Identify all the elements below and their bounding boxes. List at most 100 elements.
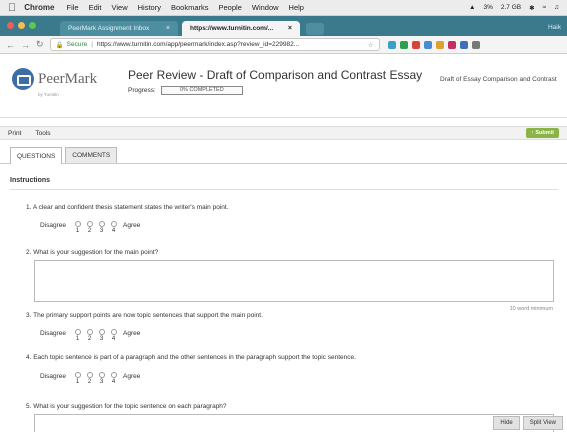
question-2: 2. What is your suggestion for the main … [26, 249, 159, 256]
radio-option-2[interactable] [86, 329, 93, 335]
radio-option-2[interactable] [86, 372, 93, 378]
tab-questions[interactable]: QUESTIONS [10, 147, 63, 164]
radio-option-1[interactable] [74, 329, 81, 335]
option-number: 1 [75, 379, 80, 385]
menu-help[interactable]: Help [289, 3, 304, 12]
extension-icon[interactable] [399, 40, 408, 49]
disagree-label: Disagree [40, 373, 67, 380]
status-icons: ▲ 3% 2.7 GB ✱ ≈ ♫ [469, 4, 559, 12]
minimize-window-button[interactable] [18, 22, 25, 29]
peermark-logo: PeerMark [12, 68, 97, 90]
logo-text: PeerMark [38, 70, 98, 87]
likert-scale-q4: Disagree 1 2 3 4 Agree [40, 372, 140, 385]
logo-subtitle: by Turnitin [38, 92, 59, 97]
alert-icon[interactable]: ▲ [469, 4, 475, 11]
radio-option-1[interactable] [74, 221, 81, 227]
question-1: 1. A clear and confident thesis statemen… [26, 204, 229, 211]
likert-scale-q1: Disagree 1 2 3 4 Agree [40, 221, 140, 234]
new-tab-button[interactable] [306, 23, 324, 35]
submit-button[interactable]: ↑ Submit [526, 128, 559, 138]
radio-option-3[interactable] [98, 372, 105, 378]
menu-file[interactable]: File [66, 3, 78, 12]
url-text: https://www.turnitin.com/app/peermark/in… [96, 41, 300, 48]
close-tab-icon[interactable]: × [166, 25, 170, 32]
radio-option-2[interactable] [86, 221, 93, 227]
tab-label: PeerMark Assignment Inbox [68, 25, 150, 32]
peermark-header: PeerMark by Turnitin Peer Review - Draft… [0, 54, 567, 118]
extension-icon[interactable] [435, 40, 444, 49]
page-title: Peer Review - Draft of Comparison and Co… [128, 68, 423, 82]
hide-button[interactable]: Hide [493, 416, 520, 430]
option-number: 4 [111, 336, 116, 342]
menu-window[interactable]: Window [252, 3, 279, 12]
app-menu[interactable]: Chrome [24, 3, 54, 12]
answer-textarea-q2[interactable] [34, 260, 554, 302]
agree-label: Agree [123, 373, 141, 380]
option-number: 1 [75, 336, 80, 342]
volume-icon[interactable]: ♫ [554, 4, 559, 11]
extension-icon[interactable] [411, 40, 420, 49]
radio-option-3[interactable] [98, 221, 105, 227]
window-controls [7, 22, 36, 29]
split-view-button[interactable]: Split View [522, 416, 563, 430]
menu-edit[interactable]: Edit [89, 3, 102, 12]
agree-label: Agree [123, 330, 141, 337]
radio-option-4[interactable] [110, 372, 117, 378]
close-tab-icon[interactable]: × [288, 25, 292, 32]
extension-icon[interactable] [423, 40, 432, 49]
option-number: 1 [75, 228, 80, 234]
radio-option-4[interactable] [110, 221, 117, 227]
question-4: 4. Each topic sentence is part of a para… [26, 354, 356, 361]
review-toolbar: Print Tools ↑ Submit [0, 126, 567, 140]
option-number: 4 [111, 228, 116, 234]
os-menubar:  Chrome File Edit View History Bookmark… [0, 0, 567, 16]
questions-panel: Instructions 1. A clear and confident th… [0, 164, 567, 432]
tools-link[interactable]: Tools [35, 130, 50, 137]
document-title: Draft of Essay Comparison and Contrast [440, 76, 557, 83]
peermark-logo-icon [12, 68, 34, 90]
forward-icon[interactable]: → [21, 40, 30, 50]
view-controls: Hide Split View [493, 416, 563, 430]
address-bar[interactable]: 🔒 Secure | https://www.turnitin.com/app/… [49, 38, 380, 51]
submit-label: Submit [535, 130, 554, 136]
print-link[interactable]: Print [8, 130, 21, 137]
answer-textarea-q5[interactable] [34, 414, 554, 432]
bookmark-star-icon[interactable]: ☆ [368, 41, 374, 49]
option-number: 3 [99, 228, 104, 234]
reload-icon[interactable]: ↻ [36, 39, 44, 50]
browser-tab-review[interactable]: https://www.turnitin.com/... × [182, 21, 300, 36]
progress-bar: 0% COMPLETED [160, 86, 243, 95]
radio-option-1[interactable] [74, 372, 81, 378]
menu-bookmarks[interactable]: Bookmarks [171, 3, 209, 12]
menu-people[interactable]: People [219, 3, 242, 12]
apple-icon[interactable]:  [8, 2, 16, 14]
profile-name[interactable]: Haik [548, 24, 561, 31]
extensions-area [387, 40, 480, 49]
extension-icon[interactable] [459, 40, 468, 49]
zoom-window-button[interactable] [29, 22, 36, 29]
radio-option-4[interactable] [110, 329, 117, 335]
divider [10, 189, 558, 190]
browser-tab-inbox[interactable]: PeerMark Assignment Inbox × [60, 21, 178, 36]
disagree-label: Disagree [40, 330, 67, 337]
close-window-button[interactable] [7, 22, 14, 29]
review-tabs: QUESTIONS COMMENTS [0, 144, 567, 164]
menu-history[interactable]: History [138, 3, 161, 12]
lock-icon: 🔒 [55, 41, 64, 49]
url-separator: | [91, 41, 93, 48]
instructions-heading: Instructions [10, 177, 51, 184]
option-number: 2 [87, 379, 92, 385]
word-minimum-note: 10 word minimum [509, 306, 553, 312]
progress-row: Progress: 0% COMPLETED [128, 86, 243, 95]
extension-icon[interactable] [447, 40, 456, 49]
back-icon[interactable]: ← [6, 40, 15, 50]
tab-label: https://www.turnitin.com/... [190, 25, 274, 32]
bluetooth-icon[interactable]: ✱ [529, 4, 534, 12]
wifi-icon[interactable]: ≈ [543, 4, 547, 11]
option-number: 2 [87, 228, 92, 234]
radio-option-3[interactable] [98, 329, 105, 335]
extension-icon[interactable] [471, 40, 480, 49]
menu-view[interactable]: View [112, 3, 128, 12]
tab-comments[interactable]: COMMENTS [65, 147, 118, 163]
extension-icon[interactable] [387, 40, 396, 49]
